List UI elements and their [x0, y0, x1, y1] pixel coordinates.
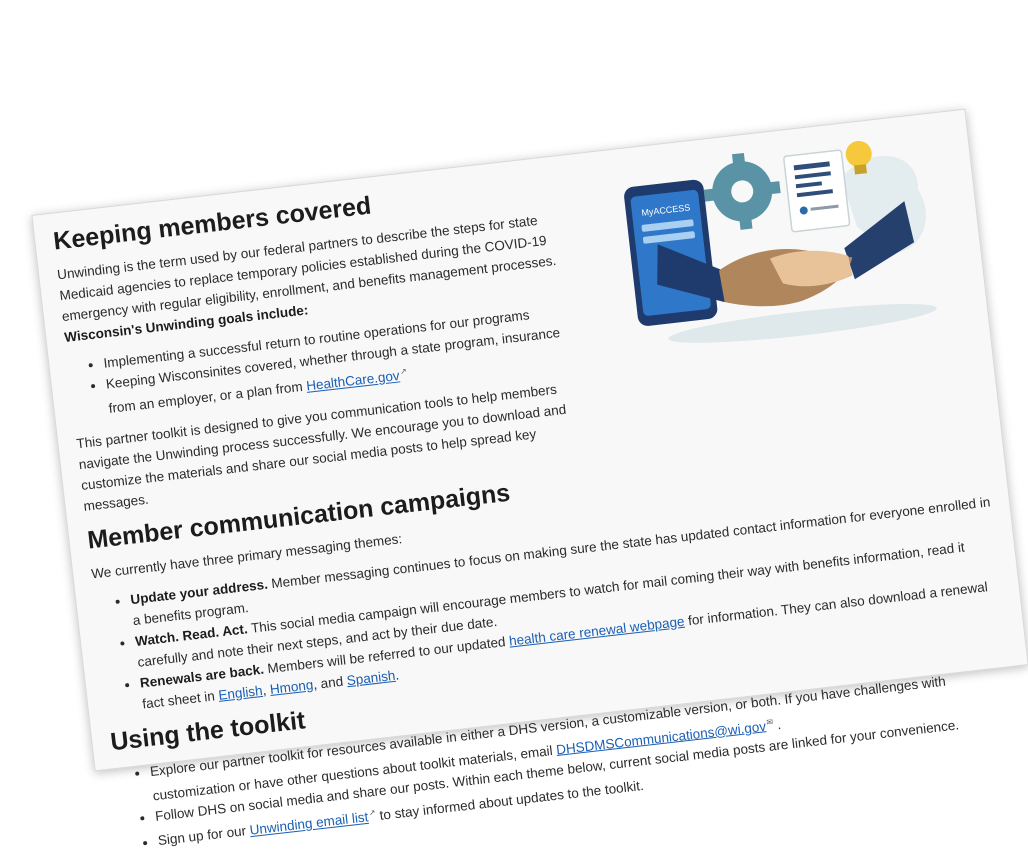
document-icon [783, 149, 851, 233]
page-content: MyACCESS Keeping members covered Unwindi… [52, 125, 1024, 865]
external-link-icon: ↗ [368, 807, 377, 818]
unwinding-email-list-link[interactable]: Unwinding email list [249, 809, 369, 837]
gear-icon [703, 152, 781, 230]
period: . [776, 716, 782, 732]
mail-icon: ✉ [765, 716, 774, 727]
hmong-fact-sheet-link[interactable]: Hmong [269, 677, 314, 697]
healthcare-gov-link[interactable]: HealthCare.gov [305, 368, 400, 394]
toolkit-item-text: Sign up for our [157, 823, 247, 849]
toolkit-page: MyACCESS Keeping members covered Unwindi… [31, 108, 1028, 848]
separator: , and [312, 673, 344, 692]
intro-section: Keeping members covered Unwinding is the… [52, 169, 602, 516]
separator: , [261, 682, 268, 698]
english-fact-sheet-link[interactable]: English [218, 682, 264, 702]
external-link-icon: ↗ [399, 366, 408, 377]
spanish-fact-sheet-link[interactable]: Spanish [346, 667, 396, 687]
period: . [394, 666, 400, 683]
handshake-illustration: MyACCESS [624, 140, 937, 343]
